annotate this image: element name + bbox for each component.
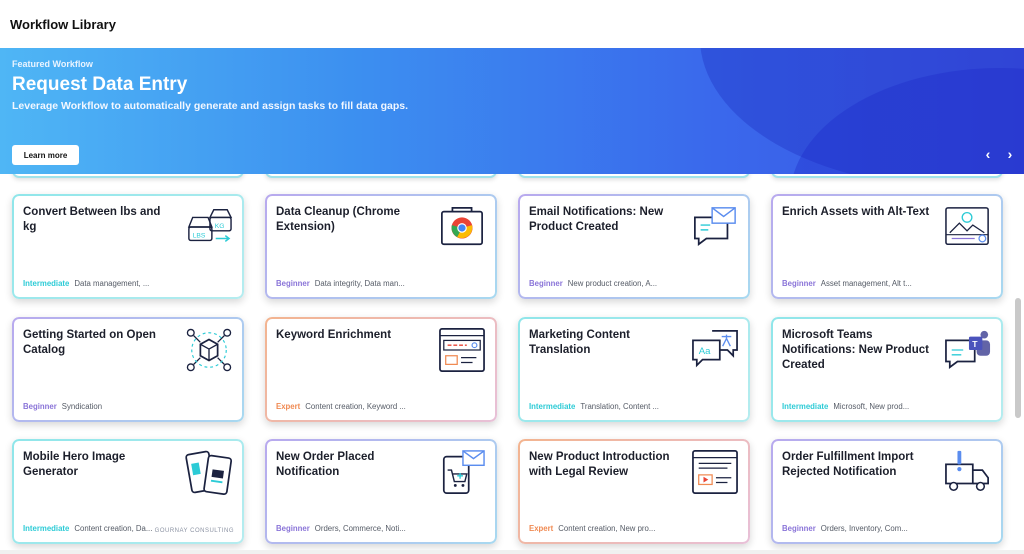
card-meta: Intermediate Data management, ... <box>23 279 149 288</box>
card-tags: Asset management, Alt t... <box>820 279 912 288</box>
card-meta: Intermediate Content creation, Da... <box>23 524 152 533</box>
partner-logo: GOURNAY CONSULTING <box>154 528 234 534</box>
workflow-card[interactable]: Order Fulfillment Import Rejected Notifi… <box>771 439 1003 544</box>
learn-more-button[interactable]: Learn more <box>12 145 79 165</box>
network-box-icon <box>186 328 232 372</box>
card-meta: Beginner Syndication <box>23 402 102 411</box>
level-badge: Beginner <box>529 279 563 288</box>
level-badge: Beginner <box>276 524 310 533</box>
card-tags: Translation, Content ... <box>580 402 659 411</box>
translate-icon <box>692 329 738 367</box>
level-badge: Intermediate <box>782 402 829 411</box>
card-tags: Data integrity, Data man... <box>314 279 405 288</box>
teams-icon <box>945 329 991 369</box>
card-meta: Intermediate Microsoft, New prod... <box>782 402 909 411</box>
card-edge <box>265 174 497 178</box>
banner-headline: Request Data Entry <box>12 74 188 95</box>
level-badge: Beginner <box>276 279 310 288</box>
card-tags: Microsoft, New prod... <box>833 402 910 411</box>
workflow-card[interactable]: New Order Placed Notification Beginner Ord… <box>265 439 497 544</box>
level-badge: Expert <box>276 402 301 411</box>
card-tags: Content creation, Da... <box>74 524 153 533</box>
workflow-card[interactable]: Mobile Hero Image Generator Intermediate C… <box>12 439 244 544</box>
level-badge: Intermediate <box>529 402 576 411</box>
card-tags: Orders, Commerce, Noti... <box>314 524 406 533</box>
truck-alert-icon <box>945 450 989 492</box>
card-tags: Syndication <box>61 402 103 411</box>
card-edge <box>12 174 244 178</box>
workflow-card[interactable]: Getting Started on Open Catalog Beginner S… <box>12 317 244 422</box>
card-title: Mobile Hero Image Generator <box>23 451 126 478</box>
card-edge <box>771 174 1003 178</box>
card-title: New Product Introduction with Legal Revi… <box>529 451 670 478</box>
workflow-card[interactable]: Email Notifications: New Product Created… <box>518 194 750 299</box>
card-title: Email Notifications: New Product Created <box>529 206 664 233</box>
mobile-cart-icon <box>442 450 485 494</box>
workflow-grid: Convert Between lbs and kg Intermediate Da… <box>0 174 1024 554</box>
browser-video-icon <box>692 450 738 494</box>
banner-kicker: Featured Workflow <box>12 59 93 69</box>
card-meta: Beginner Asset management, Alt t... <box>782 279 912 288</box>
header-bar: Workflow Library <box>0 0 1024 48</box>
card-meta: Intermediate Translation, Content ... <box>529 402 659 411</box>
card-title: Convert Between lbs and kg <box>23 206 161 233</box>
card-title: Marketing Content Translation <box>529 329 630 356</box>
chevron-right-icon[interactable]: › <box>1002 146 1018 162</box>
card-title: Keyword Enrichment <box>276 329 392 341</box>
workflow-card[interactable]: Enrich Assets with Alt-Text Beginner Asset… <box>771 194 1003 299</box>
card-meta: Beginner Orders, Commerce, Noti... <box>276 524 406 533</box>
card-meta: Expert Content creation, Keyword ... <box>276 402 406 411</box>
level-badge: Intermediate <box>23 524 70 533</box>
workflow-card[interactable]: New Product Introduction with Legal Revi… <box>518 439 750 544</box>
mobile-products-icon <box>184 450 233 495</box>
email-chat-icon <box>694 206 736 246</box>
weights-icon <box>188 209 232 243</box>
card-tags: Orders, Inventory, Com... <box>820 524 908 533</box>
scrollbar[interactable] <box>1015 298 1021 418</box>
workflow-card[interactable]: Marketing Content Translation Intermediat… <box>518 317 750 422</box>
chrome-icon <box>441 206 483 246</box>
card-title: Getting Started on Open Catalog <box>23 329 156 356</box>
card-meta: Beginner Orders, Inventory, Com... <box>782 524 908 533</box>
level-badge: Intermediate <box>23 279 70 288</box>
featured-banner: Featured Workflow Request Data Entry Lev… <box>0 48 1024 174</box>
image-search-icon <box>945 207 989 246</box>
level-badge: Expert <box>529 524 554 533</box>
workflow-card[interactable]: Keyword Enrichment Expert Content creation… <box>265 317 497 422</box>
card-tags: New product creation, A... <box>567 279 658 288</box>
page-title: Workflow Library <box>10 17 116 32</box>
workflow-card[interactable]: Data Cleanup (Chrome Extension) Beginner D… <box>265 194 497 299</box>
workflow-card[interactable]: Microsoft Teams Notifications: New Produ… <box>771 317 1003 422</box>
banner-subtitle: Leverage Workflow to automatically gener… <box>12 100 409 112</box>
card-meta: Beginner Data integrity, Data man... <box>276 279 405 288</box>
card-tags: Content creation, New pro... <box>558 524 656 533</box>
card-title: Enrich Assets with Alt-Text <box>782 206 930 218</box>
card-meta: Expert Content creation, New pro... <box>529 524 655 533</box>
browser-search-icon <box>439 328 485 372</box>
card-title: New Order Placed Notification <box>276 451 375 478</box>
card-title: Order Fulfillment Import Rejected Notifi… <box>782 451 914 478</box>
card-edge <box>518 174 750 178</box>
card-meta: Beginner New product creation, A... <box>529 279 657 288</box>
card-tags: Content creation, Keyword ... <box>305 402 406 411</box>
divider <box>0 550 1024 554</box>
level-badge: Beginner <box>23 402 57 411</box>
workflow-card[interactable]: Convert Between lbs and kg Intermediate Da… <box>12 194 244 299</box>
card-title: Data Cleanup (Chrome Extension) <box>276 206 400 233</box>
level-badge: Beginner <box>782 279 816 288</box>
card-title: Microsoft Teams Notifications: New Produ… <box>782 329 929 371</box>
level-badge: Beginner <box>782 524 816 533</box>
card-tags: Data management, ... <box>74 279 150 288</box>
chevron-left-icon[interactable]: ‹ <box>980 146 996 162</box>
